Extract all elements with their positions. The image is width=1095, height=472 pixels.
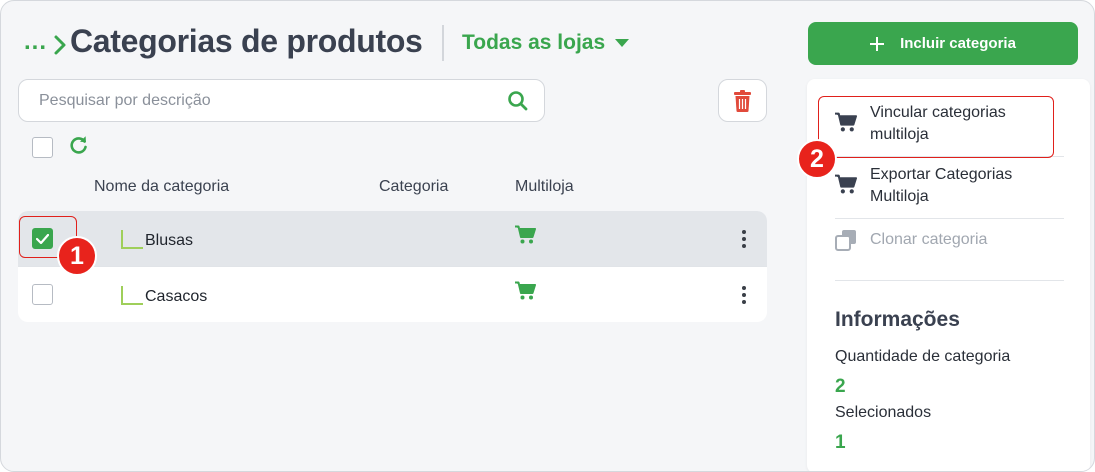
annotation-highlight-2	[818, 96, 1054, 158]
search-box	[18, 79, 545, 122]
store-filter-label: Todas as lojas	[462, 31, 606, 54]
selected-label: Selecionados	[835, 404, 932, 421]
table-row[interactable]: Casacos	[18, 267, 767, 322]
column-header-multiloja[interactable]: Multiloja	[515, 178, 574, 196]
annotation-badge-1: 1	[57, 236, 97, 276]
store-filter-dropdown[interactable]: Todas as lojas	[462, 31, 630, 55]
add-category-button[interactable]: Incluir categoria	[808, 22, 1078, 65]
cart-icon	[835, 174, 857, 194]
delete-button[interactable]	[718, 79, 767, 122]
selected-value: 1	[835, 432, 846, 453]
menu-divider	[835, 280, 1064, 281]
category-name: Casacos	[145, 288, 208, 305]
title-divider	[442, 25, 444, 61]
select-all-checkbox[interactable]	[32, 137, 53, 158]
menu-item-clone-category[interactable]: Clonar categoria	[835, 229, 1065, 251]
trash-icon	[734, 89, 751, 112]
cart-icon	[515, 225, 536, 244]
caret-down-icon	[615, 39, 630, 47]
quantity-label: Quantidade de categoria	[835, 348, 1011, 365]
category-name: Blusas	[145, 232, 194, 249]
app-frame: ... Categorias de produtos Todas as loja…	[0, 0, 1095, 472]
annotation-badge-2: 2	[797, 139, 837, 179]
column-header-category[interactable]: Categoria	[379, 178, 448, 196]
plus-icon	[870, 36, 885, 51]
table-row[interactable]: Blusas	[18, 211, 767, 266]
tree-connector	[121, 230, 143, 249]
info-title: Informações	[835, 308, 960, 331]
breadcrumb[interactable]: ...	[24, 27, 69, 63]
menu-item-export-multistore[interactable]: Exportar Categorias Multiloja	[835, 164, 1065, 208]
cart-icon	[515, 281, 536, 300]
clone-icon	[835, 230, 856, 251]
page-title: Categorias de produtos	[70, 23, 423, 59]
add-category-label: Incluir categoria	[900, 35, 1016, 52]
more-options-icon[interactable]	[736, 285, 752, 305]
quantity-value: 2	[835, 376, 846, 397]
row-checkbox[interactable]	[32, 284, 53, 305]
refresh-icon[interactable]	[69, 135, 89, 155]
menu-divider	[835, 218, 1064, 219]
category-table: Blusas Casacos	[18, 211, 767, 322]
more-options-icon[interactable]	[736, 229, 752, 249]
menu-item-label: Exportar Categorias Multiloja	[870, 166, 1013, 205]
menu-item-label: Clonar categoria	[870, 231, 988, 248]
search-input[interactable]	[39, 80, 499, 121]
search-icon[interactable]	[507, 90, 528, 111]
chevron-right-icon	[54, 35, 66, 55]
tree-connector	[121, 286, 143, 305]
breadcrumb-ellipsis[interactable]: ...	[24, 28, 47, 56]
column-header-name[interactable]: Nome da categoria	[94, 178, 229, 196]
